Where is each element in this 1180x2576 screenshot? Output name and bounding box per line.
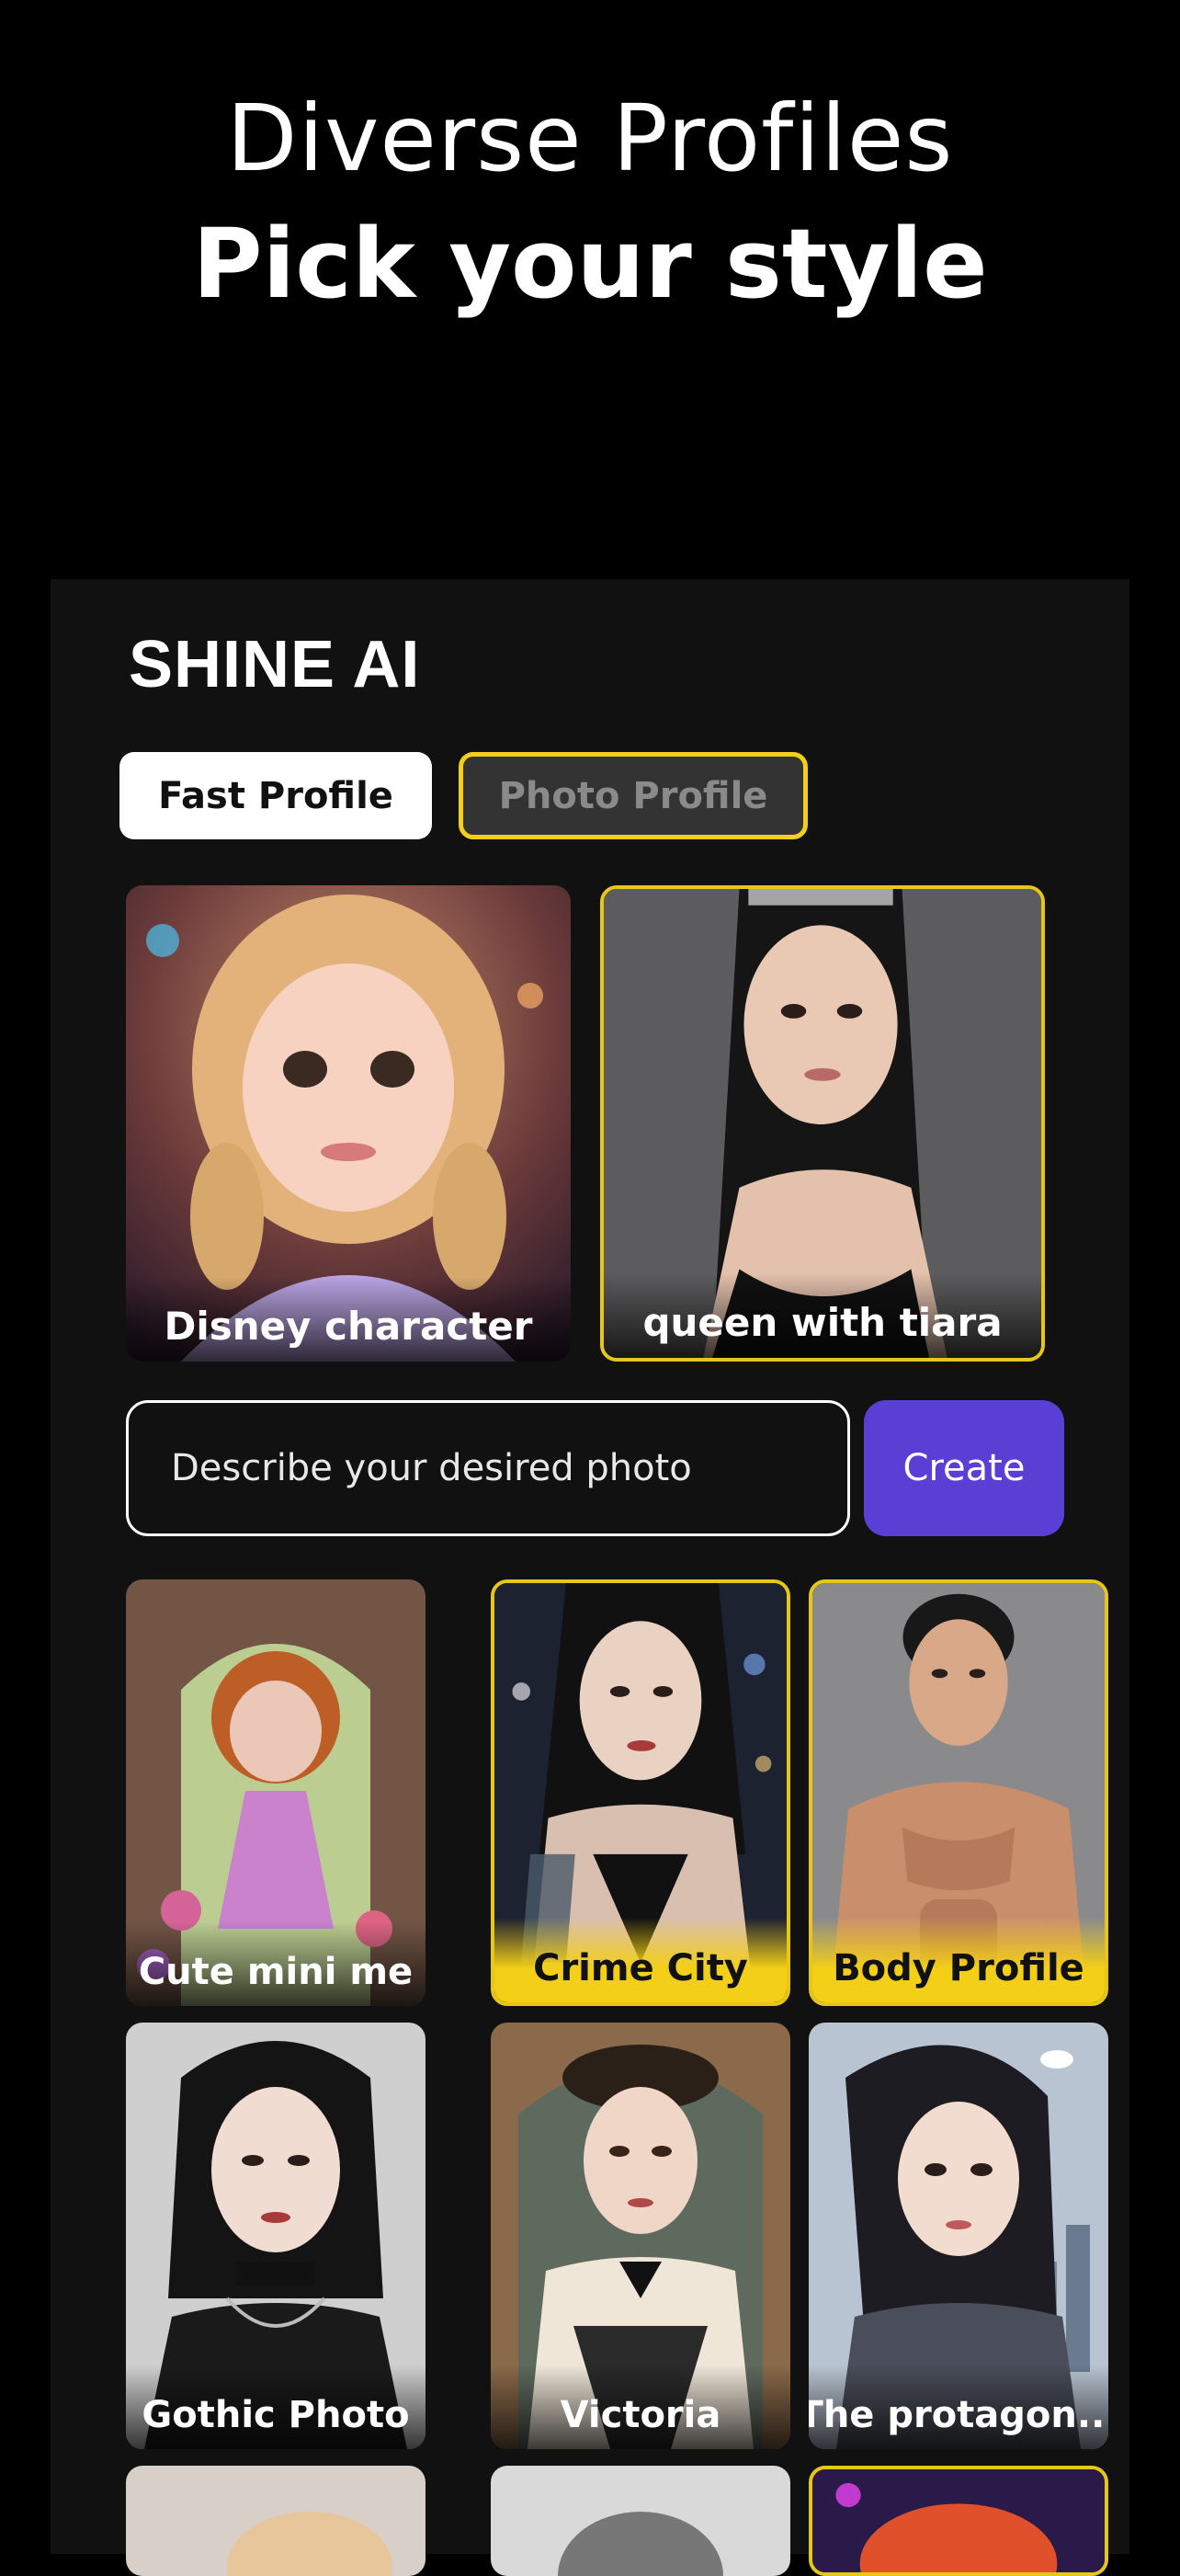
style-card-label: Body Profile bbox=[812, 1918, 1105, 2002]
style-card-gothic-photo[interactable]: Gothic Photo bbox=[126, 2023, 425, 2449]
partial-thumbnail-1 bbox=[126, 2466, 425, 2576]
tab-photo-profile[interactable]: Photo Profile bbox=[459, 752, 808, 839]
app-screen: SHINE AI Fast Profile Photo Profile Disn… bbox=[51, 579, 1129, 2576]
style-card-victoria[interactable]: Victoria bbox=[491, 2023, 790, 2449]
tab-fast-profile[interactable]: Fast Profile bbox=[119, 752, 432, 839]
partial-thumbnail-3 bbox=[812, 2469, 1105, 2572]
style-card-body-profile[interactable]: Body Profile bbox=[809, 1579, 1108, 2006]
headline-line-2: Pick your style bbox=[192, 208, 988, 320]
style-card-label: queen with tiara bbox=[604, 1273, 1041, 1358]
prompt-field[interactable] bbox=[126, 1400, 850, 1536]
create-button[interactable]: Create bbox=[864, 1400, 1064, 1536]
style-card-cute-mini-me[interactable]: Cute mini me bbox=[126, 1579, 425, 2006]
style-card-label: Disney character bbox=[126, 1277, 571, 1362]
style-card-partial-1[interactable] bbox=[126, 2466, 425, 2576]
style-card-queen-with-tiara[interactable]: queen with tiara bbox=[600, 885, 1045, 1362]
app-logo: SHINE AI bbox=[129, 628, 421, 701]
style-card-label: Cute mini me bbox=[126, 1921, 425, 2006]
style-card-label: The protagon... bbox=[809, 2365, 1108, 2449]
prompt-input[interactable] bbox=[171, 1447, 847, 1489]
style-card-label: Crime City bbox=[494, 1918, 787, 2002]
style-card-the-protagonist[interactable]: The protagon... bbox=[809, 2023, 1108, 2449]
style-card-label: Victoria bbox=[491, 2365, 790, 2449]
style-card-partial-2[interactable] bbox=[491, 2466, 790, 2576]
style-card-partial-3[interactable] bbox=[809, 2466, 1108, 2576]
style-card-disney-character[interactable]: Disney character bbox=[126, 885, 571, 1362]
partial-thumbnail-2 bbox=[491, 2466, 790, 2576]
style-card-crime-city[interactable]: Crime City bbox=[491, 1579, 790, 2006]
style-card-label: Gothic Photo bbox=[126, 2365, 425, 2449]
headline-line-1: Diverse Profiles bbox=[226, 85, 954, 192]
